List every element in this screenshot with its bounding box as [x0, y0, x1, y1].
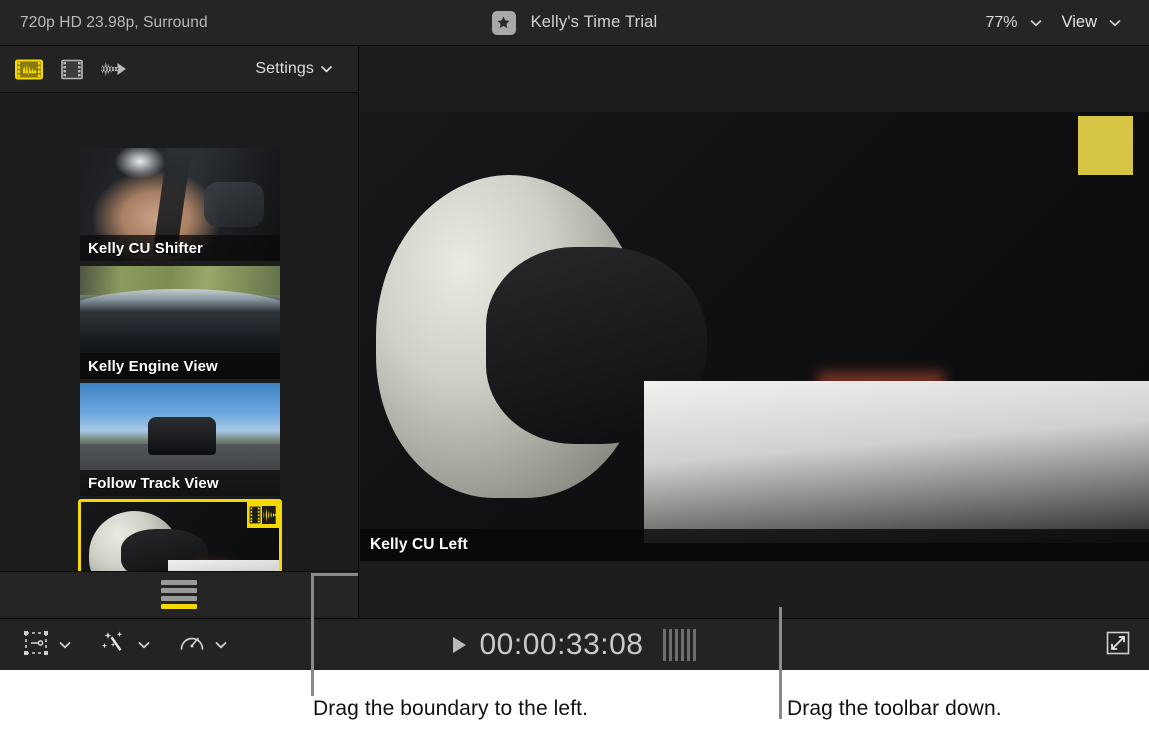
titlebar: 720p HD 23.98p, Surround Kelly's Time Tr… — [0, 0, 1149, 46]
enhancements-tool-button[interactable] — [95, 626, 168, 665]
chevron-down-icon[interactable] — [57, 641, 73, 649]
angle-viewer: Kelly CU Left — [359, 46, 1149, 617]
chevron-down-icon[interactable] — [1028, 19, 1044, 27]
view-menu[interactable]: View — [1056, 10, 1103, 35]
chevron-down-icon[interactable] — [136, 641, 152, 649]
angle-clip-list: Kelly CU Shifter Kelly Engine View Follo… — [0, 93, 358, 617]
viewer-toolbar: 00:00:33:08 — [0, 618, 1149, 670]
final-cut-pro-window: 720p HD 23.98p, Surround Kelly's Time Tr… — [0, 0, 1149, 670]
chevron-down-icon[interactable] — [213, 641, 229, 649]
clip-label: Follow Track View — [88, 475, 219, 492]
transform-icon — [22, 630, 50, 661]
audio-meters-icon[interactable] — [663, 629, 696, 661]
magic-wand-icon — [99, 630, 129, 661]
clip-caption: Kelly CU Shifter — [80, 235, 280, 261]
format-label: 720p HD 23.98p, Surround — [20, 14, 208, 32]
settings-menu[interactable]: Settings — [255, 60, 346, 78]
viewer-clip-label-bar: Kelly CU Left — [360, 529, 1149, 561]
play-icon[interactable] — [453, 637, 466, 653]
clip-thumbnail-kelly-cu-shifter[interactable]: Kelly CU Shifter — [80, 148, 280, 261]
viewer-video-frame[interactable]: Kelly CU Left — [360, 112, 1149, 561]
settings-label: Settings — [255, 60, 314, 78]
video-only-icon[interactable] — [57, 58, 87, 80]
retime-tool-button[interactable] — [174, 626, 245, 665]
clip-label: Kelly CU Shifter — [88, 240, 203, 257]
angle-display-mode-group — [14, 58, 130, 80]
chevron-down-icon — [318, 65, 334, 73]
clip-thumbnail-follow-track-view[interactable]: Follow Track View — [80, 383, 280, 496]
toolbar-callout: Drag the toolbar down. — [787, 697, 1002, 721]
video-audio-icon[interactable] — [14, 58, 44, 80]
clip-thumbnail-kelly-engine-view[interactable]: Kelly Engine View — [80, 266, 280, 379]
video-audio-icon — [247, 502, 279, 528]
zoom-level[interactable]: 77% — [980, 11, 1024, 35]
clip-caption: Follow Track View — [80, 470, 280, 496]
screenshot-root: 720p HD 23.98p, Surround Kelly's Time Tr… — [0, 0, 1149, 734]
angle-viewer-sidebar: Settings Kelly CU Shifter — [0, 46, 359, 617]
timecode-display[interactable]: 00:00:33:08 — [480, 628, 644, 662]
viewer-image — [360, 112, 1149, 561]
speedometer-icon — [178, 630, 206, 661]
transform-tool-button[interactable] — [18, 626, 89, 665]
angle-stack-icon[interactable] — [161, 580, 197, 609]
page-title: Kelly's Time Trial — [531, 13, 658, 32]
toolbar-right — [1105, 619, 1131, 670]
viewer-clip-label: Kelly CU Left — [370, 536, 468, 554]
star-icon — [492, 11, 516, 35]
angle-count-bar — [0, 571, 358, 617]
format-info: 720p HD 23.98p, Surround — [20, 0, 208, 45]
boundary-callout-vline — [311, 573, 314, 696]
boundary-callout-hline — [311, 573, 358, 576]
clip-caption: Kelly Engine View — [80, 353, 280, 379]
toolbar-callout-vline — [779, 607, 782, 719]
chevron-down-icon[interactable] — [1107, 19, 1123, 27]
titlebar-controls: 77% View — [980, 0, 1136, 45]
boundary-callout: Drag the boundary to the left. — [313, 697, 588, 721]
toolbar-tools — [18, 619, 245, 670]
audio-only-icon[interactable] — [100, 58, 130, 80]
sidebar-header: Settings — [0, 46, 358, 93]
fullscreen-icon[interactable] — [1105, 630, 1131, 661]
clip-label: Kelly Engine View — [88, 358, 218, 375]
